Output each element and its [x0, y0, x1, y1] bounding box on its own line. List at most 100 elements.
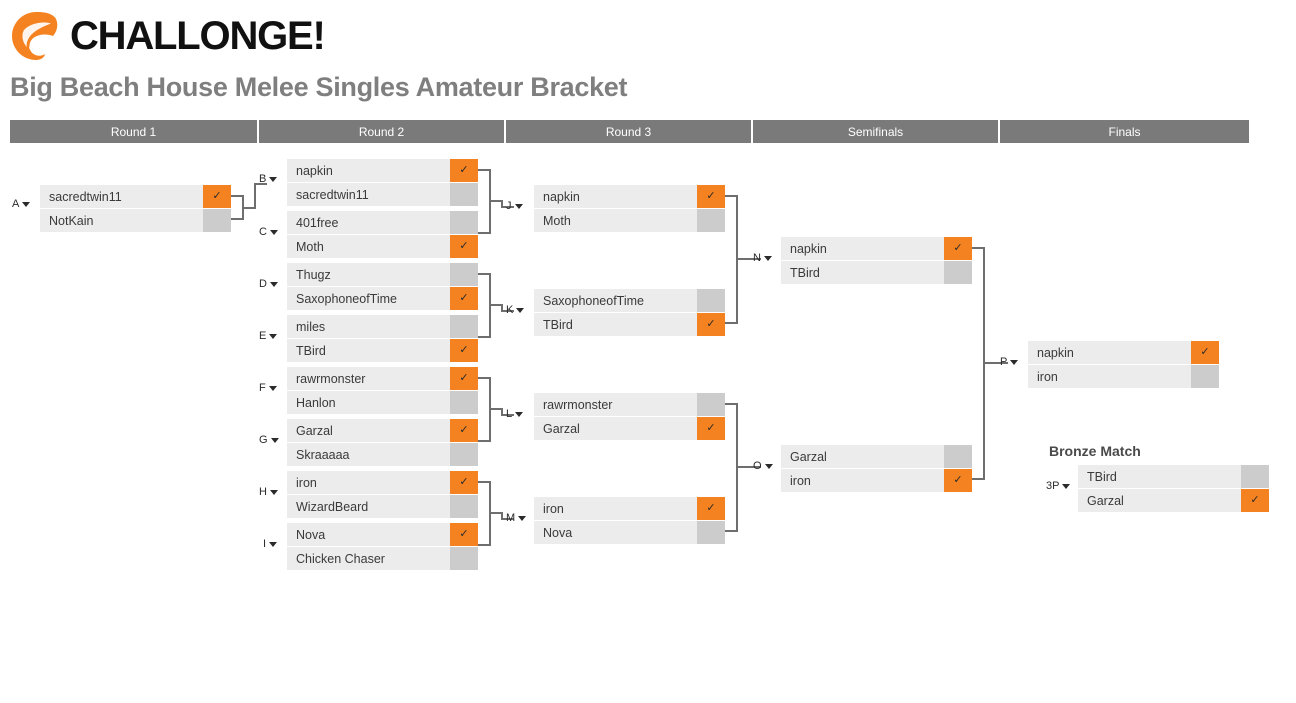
- match-row[interactable]: rawrmonster: [534, 393, 725, 416]
- winner-check-icon[interactable]: ✓: [450, 367, 478, 390]
- match-j[interactable]: napkin ✓ Moth: [534, 185, 725, 232]
- match-row[interactable]: Thugz: [287, 263, 478, 286]
- winner-check-icon[interactable]: ✓: [450, 471, 478, 494]
- loser-score-cell[interactable]: [450, 315, 478, 338]
- match-row[interactable]: 401free: [287, 211, 478, 234]
- match-label-o[interactable]: O: [753, 460, 773, 472]
- match-row[interactable]: napkin ✓: [1028, 341, 1219, 364]
- winner-check-icon[interactable]: ✓: [450, 159, 478, 182]
- loser-score-cell[interactable]: [203, 209, 231, 232]
- match-row[interactable]: Garzal ✓: [287, 419, 478, 442]
- chevron-down-icon[interactable]: [1010, 359, 1019, 365]
- winner-check-icon[interactable]: ✓: [697, 497, 725, 520]
- winner-check-icon[interactable]: ✓: [450, 523, 478, 546]
- match-label-i[interactable]: I: [263, 538, 278, 550]
- match-label-n[interactable]: N: [753, 252, 772, 264]
- match-row[interactable]: napkin ✓: [781, 237, 972, 260]
- match-o[interactable]: Garzal iron ✓: [781, 445, 972, 492]
- match-k[interactable]: SaxophoneofTime TBird ✓: [534, 289, 725, 336]
- match-row[interactable]: iron ✓: [287, 471, 478, 494]
- winner-check-icon[interactable]: ✓: [450, 287, 478, 310]
- chevron-down-icon[interactable]: [269, 281, 278, 287]
- chevron-down-icon[interactable]: [270, 437, 279, 443]
- loser-score-cell[interactable]: [697, 521, 725, 544]
- match-label-f[interactable]: F: [259, 382, 277, 394]
- match-b[interactable]: napkin ✓ sacredtwin11: [287, 159, 478, 206]
- chevron-down-icon[interactable]: [763, 255, 772, 261]
- loser-score-cell[interactable]: [450, 263, 478, 286]
- loser-score-cell[interactable]: [1191, 365, 1219, 388]
- loser-score-cell[interactable]: [450, 211, 478, 234]
- match-3p[interactable]: TBird Garzal ✓: [1078, 465, 1269, 512]
- loser-score-cell[interactable]: [450, 495, 478, 518]
- match-row[interactable]: Nova ✓: [287, 523, 478, 546]
- chevron-down-icon[interactable]: [514, 203, 523, 209]
- match-row[interactable]: Chicken Chaser: [287, 547, 478, 570]
- match-f[interactable]: rawrmonster ✓ Hanlon: [287, 367, 478, 414]
- match-label-k[interactable]: K: [506, 304, 525, 316]
- match-row[interactable]: Hanlon: [287, 391, 478, 414]
- match-row[interactable]: TBird ✓: [534, 313, 725, 336]
- winner-check-icon[interactable]: ✓: [1241, 489, 1269, 512]
- match-label-a[interactable]: A: [12, 198, 31, 210]
- loser-score-cell[interactable]: [450, 391, 478, 414]
- match-row[interactable]: napkin ✓: [534, 185, 725, 208]
- match-row[interactable]: napkin ✓: [287, 159, 478, 182]
- winner-check-icon[interactable]: ✓: [203, 185, 231, 208]
- match-row[interactable]: SaxophoneofTime: [534, 289, 725, 312]
- winner-check-icon[interactable]: ✓: [944, 469, 972, 492]
- chevron-down-icon[interactable]: [515, 411, 524, 417]
- match-p[interactable]: napkin ✓ iron: [1028, 341, 1219, 388]
- match-row[interactable]: sacredtwin11: [287, 183, 478, 206]
- match-row[interactable]: iron ✓: [534, 497, 725, 520]
- match-row[interactable]: TBird: [1078, 465, 1269, 488]
- chevron-down-icon[interactable]: [518, 515, 527, 521]
- match-row[interactable]: Skraaaaa: [287, 443, 478, 466]
- match-row[interactable]: Moth: [534, 209, 725, 232]
- match-label-e[interactable]: E: [259, 330, 278, 342]
- match-row[interactable]: NotKain: [40, 209, 231, 232]
- match-i[interactable]: Nova ✓ Chicken Chaser: [287, 523, 478, 570]
- winner-check-icon[interactable]: ✓: [697, 417, 725, 440]
- match-row[interactable]: Garzal ✓: [1078, 489, 1269, 512]
- chevron-down-icon[interactable]: [268, 385, 277, 391]
- match-label-p[interactable]: P: [1000, 356, 1019, 368]
- match-row[interactable]: Garzal: [781, 445, 972, 468]
- match-label-b[interactable]: B: [259, 173, 278, 185]
- match-row[interactable]: iron: [1028, 365, 1219, 388]
- match-label-g[interactable]: G: [259, 434, 279, 446]
- loser-score-cell[interactable]: [1241, 465, 1269, 488]
- match-row[interactable]: Nova: [534, 521, 725, 544]
- loser-score-cell[interactable]: [450, 547, 478, 570]
- loser-score-cell[interactable]: [697, 289, 725, 312]
- loser-score-cell[interactable]: [697, 393, 725, 416]
- match-e[interactable]: miles TBird ✓: [287, 315, 478, 362]
- match-row[interactable]: Moth ✓: [287, 235, 478, 258]
- match-m[interactable]: iron ✓ Nova: [534, 497, 725, 544]
- match-row[interactable]: TBird ✓: [287, 339, 478, 362]
- match-n[interactable]: napkin ✓ TBird: [781, 237, 972, 284]
- chevron-down-icon[interactable]: [269, 489, 278, 495]
- match-label-h[interactable]: H: [259, 486, 278, 498]
- chevron-down-icon[interactable]: [269, 229, 278, 235]
- match-d[interactable]: Thugz SaxophoneofTime ✓: [287, 263, 478, 310]
- winner-check-icon[interactable]: ✓: [944, 237, 972, 260]
- chevron-down-icon[interactable]: [269, 176, 278, 182]
- match-g[interactable]: Garzal ✓ Skraaaaa: [287, 419, 478, 466]
- chevron-down-icon[interactable]: [269, 541, 278, 547]
- chevron-down-icon[interactable]: [764, 463, 773, 469]
- chevron-down-icon[interactable]: [1062, 483, 1071, 489]
- match-row[interactable]: iron ✓: [781, 469, 972, 492]
- winner-check-icon[interactable]: ✓: [1191, 341, 1219, 364]
- match-label-d[interactable]: D: [259, 278, 278, 290]
- match-row[interactable]: TBird: [781, 261, 972, 284]
- loser-score-cell[interactable]: [450, 443, 478, 466]
- loser-score-cell[interactable]: [944, 261, 972, 284]
- match-row[interactable]: miles: [287, 315, 478, 338]
- match-label-m[interactable]: M: [506, 512, 527, 524]
- match-label-3p[interactable]: 3P: [1046, 480, 1071, 492]
- match-row[interactable]: WizardBeard: [287, 495, 478, 518]
- chevron-down-icon[interactable]: [269, 333, 278, 339]
- match-h[interactable]: iron ✓ WizardBeard: [287, 471, 478, 518]
- chevron-down-icon[interactable]: [516, 307, 525, 313]
